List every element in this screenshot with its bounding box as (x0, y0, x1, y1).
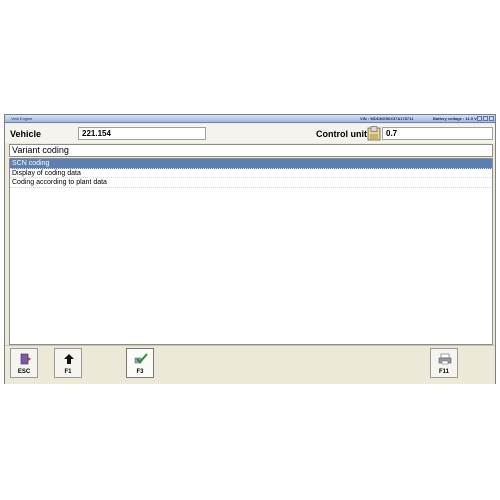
printer-icon (438, 353, 452, 365)
control-unit-icon (367, 126, 381, 141)
vehicle-header: Vehicle 221.154 Control unit 0.7 (5, 124, 495, 143)
window-controls (477, 116, 494, 121)
f3-key-label: F3 (136, 369, 144, 375)
coding-options-list[interactable]: SCN coding Display of coding data Coding… (9, 158, 493, 345)
control-unit-label: Control unit (316, 129, 367, 139)
f11-button[interactable]: F11 (430, 348, 458, 378)
vehicle-field: 221.154 (78, 127, 206, 140)
list-item-display-coding-data[interactable]: Display of coding data (10, 169, 492, 178)
title-bar[interactable]: Vedi Engine VIN : WDDNG56X37A178711 Batt… (5, 115, 495, 123)
function-key-toolbar: ESC F1 F3 F11 (5, 345, 495, 384)
f1-button[interactable]: F1 (54, 348, 82, 378)
control-unit-field: 0.7 (382, 127, 493, 140)
list-item-scn-coding[interactable]: SCN coding (10, 159, 492, 169)
checkmark-icon (134, 353, 148, 364)
f11-key-label: F11 (438, 369, 449, 375)
f1-key-label: F1 (64, 369, 72, 375)
minimize-button[interactable] (477, 116, 482, 121)
section-title: Variant coding (9, 144, 493, 157)
exit-door-icon (20, 353, 31, 365)
list-item-plant-data-coding[interactable]: Coding according to plant data (10, 178, 492, 188)
vehicle-label: Vehicle (10, 129, 42, 139)
coding-window: Vedi Engine VIN : WDDNG56X37A178711 Batt… (4, 114, 496, 384)
battery-voltage: Battery voltage : 11.9 V (433, 116, 477, 121)
esc-button[interactable]: ESC (10, 348, 38, 378)
esc-key-label: ESC (17, 369, 31, 375)
vin-display: VIN : WDDNG56X37A178711 (360, 116, 414, 121)
close-button[interactable] (489, 116, 494, 121)
arrow-up-icon (64, 354, 74, 364)
f3-button[interactable]: F3 (126, 348, 154, 378)
app-title: Vedi Engine (11, 116, 33, 121)
maximize-button[interactable] (483, 116, 488, 121)
